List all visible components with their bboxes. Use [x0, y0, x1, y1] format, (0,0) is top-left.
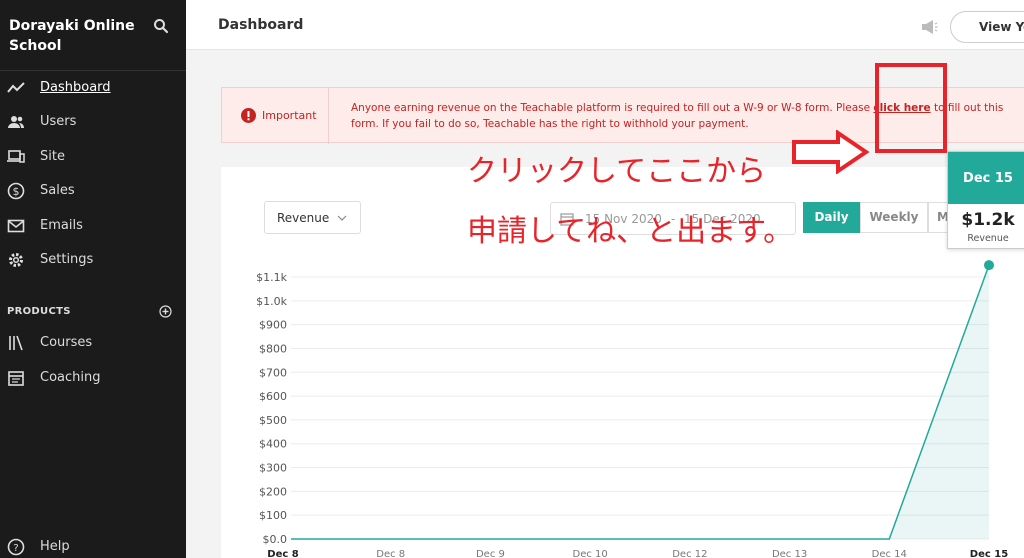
alert-icon [241, 108, 256, 123]
period-tabs: Daily Weekly M [803, 202, 958, 233]
sidebar-item-label: Coaching [40, 370, 101, 385]
metric-select[interactable]: Revenue [264, 201, 361, 234]
x-tick-label: Dec 13 [772, 549, 807, 558]
x-tick-label: Dec 8 [376, 549, 405, 558]
chevron-down-icon [337, 215, 347, 221]
annotation-text-line1: クリックしてここから [467, 154, 767, 189]
x-tick-label: Dec 8 [267, 549, 298, 558]
library-icon [9, 335, 23, 351]
series-line [291, 264, 990, 540]
trend-icon [7, 82, 25, 93]
page-title: Dashboard [218, 17, 304, 33]
y-tick-label: $200 [259, 485, 287, 498]
y-tick-label: $600 [259, 390, 287, 403]
chart-tooltip: Dec 15 $1.2k Revenue [947, 151, 1024, 249]
annotation-text-line2: 申請してね、と出ます。 [467, 214, 794, 249]
view-school-button[interactable]: View Yo [950, 11, 1024, 43]
sidebar-item-label: Settings [40, 252, 94, 267]
sidebar-item-users[interactable]: Users [0, 107, 186, 137]
sidebar-item-sales[interactable]: $ Sales [0, 176, 186, 206]
y-tick-label: $0.0 [263, 533, 288, 546]
x-tick-label: Dec 12 [672, 549, 707, 558]
sidebar: Dorayaki Online School Dashboard Users S… [0, 0, 186, 558]
alert-text-before: Anyone earning revenue on the Teachable … [351, 102, 874, 114]
sidebar-divider [0, 70, 186, 71]
annotation-arrow-icon [792, 130, 870, 174]
y-tick-label: $800 [259, 342, 287, 355]
devices-icon [7, 150, 25, 163]
sidebar-item-label: Dashboard [40, 80, 111, 95]
revenue-chart: $0.0 $100 $200 $300 $400 $500 $600 $700 $800 $900… [256, 260, 1008, 558]
y-tick-label: $700 [259, 366, 287, 379]
y-tick-label: $100 [259, 509, 287, 522]
alert-divider [328, 88, 329, 144]
sidebar-item-emails[interactable]: Emails [0, 211, 186, 241]
sidebar-item-site[interactable]: Site [0, 142, 186, 172]
sidebar-item-label: Users [40, 114, 77, 129]
calendar-icon [8, 371, 24, 386]
tab-weekly[interactable]: Weekly [860, 202, 928, 233]
help-icon: ? [7, 538, 25, 556]
svg-text:?: ? [13, 543, 18, 554]
sidebar-item-coaching[interactable]: Coaching [0, 363, 186, 393]
sidebar-item-courses[interactable]: Courses [0, 328, 186, 358]
mail-icon [7, 219, 25, 233]
add-circle-icon[interactable] [159, 305, 172, 318]
y-tick-label: $900 [259, 319, 287, 332]
x-tick-label: Dec 14 [872, 549, 907, 558]
tooltip-value: $1.2k [961, 210, 1015, 230]
sidebar-item-label: Help [40, 539, 70, 554]
annotation-highlight-box [875, 63, 947, 153]
y-tick-label: $1.0k [256, 295, 287, 308]
svg-text:$: $ [13, 185, 20, 198]
sidebar-item-label: Sales [40, 183, 75, 198]
users-icon [8, 116, 24, 128]
tooltip-label: Revenue [967, 233, 1009, 244]
sidebar-item-settings[interactable]: Settings [0, 245, 186, 275]
x-tick-label: Dec 15 [970, 549, 1008, 558]
products-section-label: PRODUCTS [7, 306, 71, 317]
search-icon[interactable] [153, 18, 169, 34]
tab-daily[interactable]: Daily [803, 202, 860, 233]
alert-title: Important [262, 109, 317, 122]
x-tick-label: Dec 9 [476, 549, 505, 558]
tooltip-date: Dec 15 [948, 152, 1024, 204]
school-name[interactable]: Dorayaki Online School [9, 16, 144, 56]
data-point [984, 260, 994, 271]
sidebar-item-label: Courses [40, 335, 93, 350]
sidebar-item-dashboard[interactable]: Dashboard [0, 73, 186, 103]
sidebar-item-label: Emails [40, 218, 83, 233]
y-tick-label: $500 [259, 414, 287, 427]
sidebar-item-label: Site [40, 149, 65, 164]
gear-icon [9, 253, 23, 267]
dollar-icon: $ [7, 182, 25, 200]
y-tick-label: $300 [259, 462, 287, 475]
x-tick-label: Dec 10 [573, 549, 608, 558]
y-tick-label: $1.1k [256, 271, 287, 284]
top-header: Dashboard View Yo [186, 0, 1024, 50]
sidebar-item-help[interactable]: ? Help [0, 532, 186, 558]
megaphone-icon[interactable] [920, 19, 938, 35]
y-tick-label: $400 [259, 438, 287, 451]
metric-select-value: Revenue [277, 211, 330, 225]
